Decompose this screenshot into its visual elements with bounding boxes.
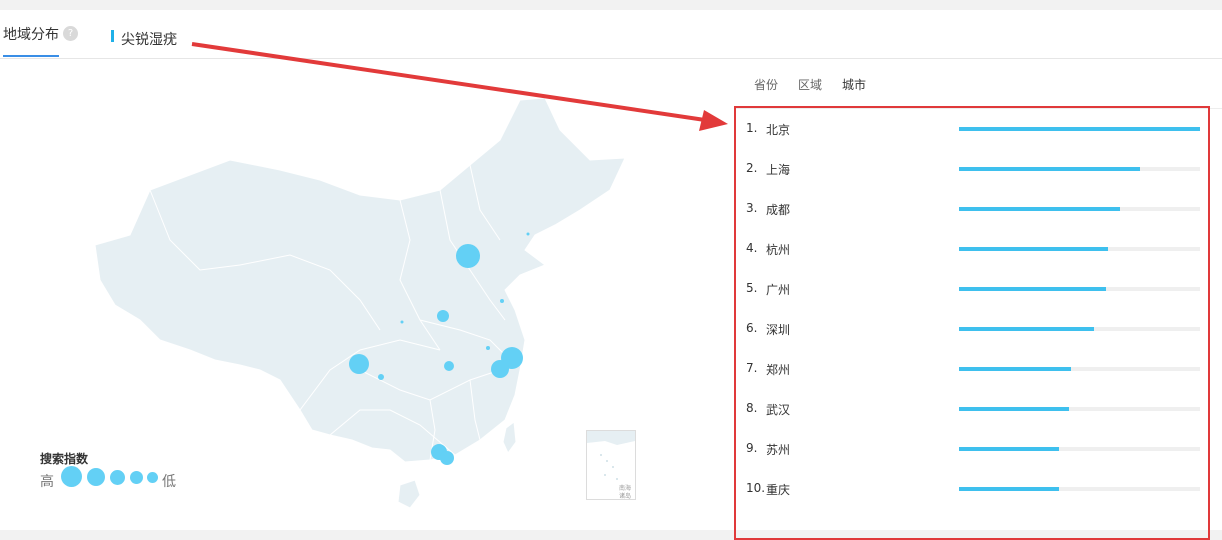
ranking-number: 9. bbox=[746, 441, 758, 455]
ranking-row[interactable]: 1. 北京 bbox=[746, 119, 1206, 139]
taiwan-island bbox=[502, 421, 517, 454]
ranking-city-name: 重庆 bbox=[766, 483, 791, 497]
bubble-chongqing[interactable] bbox=[378, 374, 384, 380]
ranking-number: 5. bbox=[746, 281, 758, 295]
ranking-bar-track bbox=[959, 247, 1200, 251]
ranking-city-name: 苏州 bbox=[766, 443, 791, 457]
legend-low-label: 低 bbox=[162, 474, 176, 490]
ranking-bar-fill bbox=[959, 407, 1069, 411]
legend-dot-2 bbox=[87, 468, 105, 486]
keyword-label: 尖锐湿疣 bbox=[121, 32, 177, 48]
region-distribution-panel: 地域分布 ? 尖锐湿疣 省份 区域 城市 搜索指数 高 低 南海 诸岛 1. 北… bbox=[0, 10, 1222, 540]
tab-bar: 地域分布 ? 尖锐湿疣 bbox=[0, 10, 1222, 59]
toggle-province[interactable]: 省份 bbox=[754, 76, 778, 93]
hainan-island bbox=[397, 479, 421, 509]
legend-title: 搜索指数 bbox=[40, 452, 89, 466]
bubble-wuhan[interactable] bbox=[444, 361, 454, 371]
ranking-bar-fill bbox=[959, 247, 1108, 251]
ranking-bar-fill bbox=[959, 287, 1106, 291]
question-circle-icon[interactable]: ? bbox=[63, 26, 78, 41]
ranking-city-name: 成都 bbox=[766, 203, 791, 217]
ranking-city-name: 深圳 bbox=[766, 323, 791, 337]
ranking-number: 3. bbox=[746, 201, 758, 215]
ranking-number: 10. bbox=[746, 481, 766, 495]
tab-region-distribution[interactable]: 地域分布 bbox=[3, 24, 59, 44]
ranking-row[interactable]: 9. 苏州 bbox=[746, 439, 1206, 459]
ranking-number: 6. bbox=[746, 321, 758, 335]
ranking-row[interactable]: 10. 重庆 bbox=[746, 479, 1206, 499]
bubble-small-4[interactable] bbox=[526, 232, 530, 236]
bubble-small-3[interactable] bbox=[400, 320, 404, 324]
ranking-city-name: 武汉 bbox=[766, 403, 791, 417]
ranking-row[interactable]: 2. 上海 bbox=[746, 159, 1206, 179]
ranking-city-name: 北京 bbox=[766, 123, 791, 137]
south-china-sea-inset: 南海 诸岛 bbox=[586, 430, 636, 500]
legend-dot-5 bbox=[147, 472, 158, 483]
ranking-bar-track bbox=[959, 207, 1200, 211]
legend-dot-4 bbox=[130, 471, 143, 484]
keyword-marker bbox=[111, 30, 114, 42]
active-tab-indicator bbox=[3, 55, 59, 57]
ranking-city-name: 郑州 bbox=[766, 363, 791, 377]
ranking-bar-fill bbox=[959, 127, 1200, 131]
ranking-bar-fill bbox=[959, 207, 1120, 211]
ranking-bar-fill bbox=[959, 447, 1059, 451]
ranking-bar-track bbox=[959, 327, 1200, 331]
toggle-city[interactable]: 城市 bbox=[842, 76, 866, 93]
ranking-number: 7. bbox=[746, 361, 758, 375]
ranking-row[interactable]: 6. 深圳 bbox=[746, 319, 1206, 339]
ranking-row[interactable]: 4. 杭州 bbox=[746, 239, 1206, 259]
city-ranking-highlight: 1. 北京 2. 上海 3. 成都 4. 杭州 5. 广州 6. 深圳 7. 郑州 8. 武汉 9. 苏州 10. 重… bbox=[734, 106, 1210, 540]
ranking-row[interactable]: 7. 郑州 bbox=[746, 359, 1206, 379]
bubble-small-1[interactable] bbox=[500, 299, 504, 303]
legend-dot-1 bbox=[61, 466, 82, 487]
ranking-bar-fill bbox=[959, 487, 1059, 491]
ranking-row[interactable]: 3. 成都 bbox=[746, 199, 1206, 219]
ranking-number: 2. bbox=[746, 161, 758, 175]
ranking-bar-track bbox=[959, 447, 1200, 451]
ranking-number: 4. bbox=[746, 241, 758, 255]
inset-label-2: 诸岛 bbox=[619, 493, 632, 500]
bubble-shenzhen[interactable] bbox=[440, 451, 454, 465]
ranking-bar-track bbox=[959, 407, 1200, 411]
ranking-bar-track bbox=[959, 367, 1200, 371]
map-land bbox=[94, 97, 626, 463]
ranking-bar-fill bbox=[959, 167, 1140, 171]
ranking-bar-fill bbox=[959, 327, 1094, 331]
ranking-row[interactable]: 8. 武汉 bbox=[746, 399, 1206, 419]
ranking-number: 8. bbox=[746, 401, 758, 415]
ranking-bar-track bbox=[959, 167, 1200, 171]
ranking-bar-fill bbox=[959, 367, 1071, 371]
bubble-chengdu[interactable] bbox=[349, 354, 369, 374]
bubble-hangzhou[interactable] bbox=[491, 360, 509, 378]
toggle-region[interactable]: 区域 bbox=[798, 76, 822, 93]
ranking-number: 1. bbox=[746, 121, 758, 135]
ranking-city-name: 杭州 bbox=[766, 243, 791, 257]
bubble-zhengzhou[interactable] bbox=[437, 310, 449, 322]
bubble-small-2[interactable] bbox=[486, 346, 490, 350]
ranking-bar-track bbox=[959, 287, 1200, 291]
bubble-beijing[interactable] bbox=[456, 244, 480, 268]
ranking-city-name: 上海 bbox=[766, 163, 791, 177]
ranking-row[interactable]: 5. 广州 bbox=[746, 279, 1206, 299]
ranking-city-name: 广州 bbox=[766, 283, 791, 297]
ranking-bar-track bbox=[959, 127, 1200, 131]
ranking-bar-track bbox=[959, 487, 1200, 491]
legend-high-label: 高 bbox=[40, 474, 54, 490]
legend-dot-3 bbox=[110, 470, 125, 485]
